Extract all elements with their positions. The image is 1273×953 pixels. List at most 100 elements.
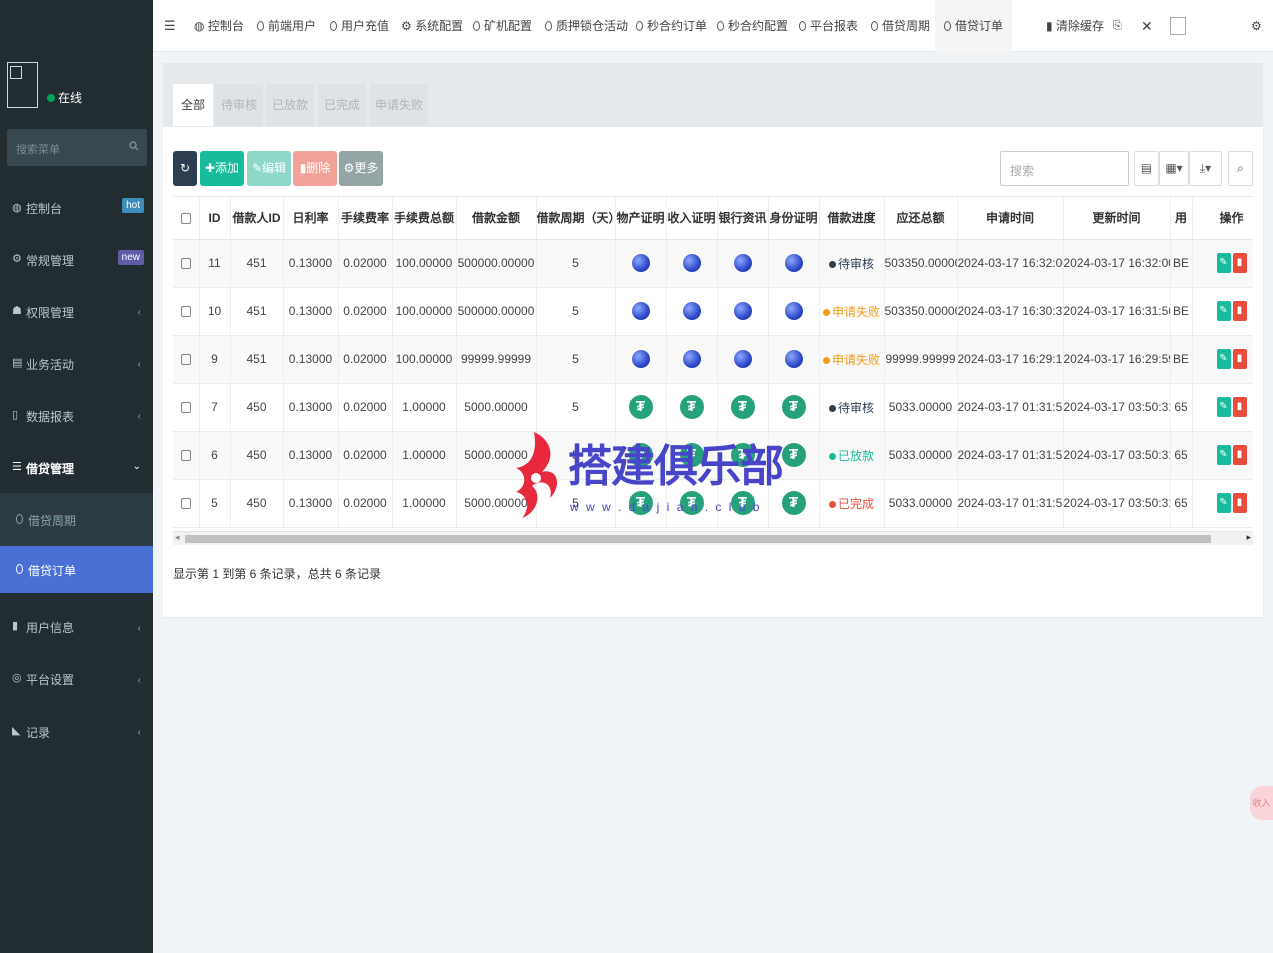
sidebar-item-records[interactable]: ◣ 记录 ‹ xyxy=(0,705,153,757)
col-id-proof[interactable]: 身份证明 xyxy=(768,197,820,240)
select-all-checkbox[interactable] xyxy=(173,197,200,240)
globe-image-icon[interactable] xyxy=(784,302,803,320)
delete-row-icon[interactable]: ▮ xyxy=(1232,253,1247,273)
edit-row-icon[interactable]: ✎ xyxy=(1216,301,1231,321)
refresh-button[interactable]: ↻ xyxy=(173,151,197,186)
globe-image-icon[interactable] xyxy=(733,350,752,368)
row-checkbox[interactable] xyxy=(173,479,200,528)
tether-image-icon[interactable]: ₮ xyxy=(730,395,755,419)
col-total-due[interactable]: 应还总额 xyxy=(884,197,958,240)
col-id[interactable]: ID xyxy=(199,197,231,240)
export-button[interactable]: ⤓▾ xyxy=(1189,151,1222,186)
search-button[interactable]: ⌕ xyxy=(1228,151,1253,186)
tab-pending[interactable]: 待审核 xyxy=(215,84,263,126)
globe-image-icon[interactable] xyxy=(733,254,752,272)
col-bank-info[interactable]: 银行资讯 xyxy=(717,197,769,240)
menu-search-input[interactable]: 搜索菜单 xyxy=(7,129,147,166)
sidebar-item-loan-management[interactable]: ☰ 借贷管理 ⌄ xyxy=(0,441,153,493)
delete-row-icon[interactable]: ▮ xyxy=(1232,301,1247,321)
table-row[interactable]: 10 451 0.13000 0.02000 100.00000 500000.00000… xyxy=(173,287,1253,336)
globe-image-icon[interactable] xyxy=(631,302,650,320)
tether-image-icon[interactable]: ₮ xyxy=(679,395,704,419)
translate-icon[interactable]: ⎘ xyxy=(1113,0,1122,52)
row-checkbox[interactable] xyxy=(173,431,200,480)
tab-miner-config[interactable]: 矿机配置 xyxy=(473,0,532,52)
col-fee-rate[interactable]: 手续费率 xyxy=(338,197,393,240)
fullscreen-icon[interactable]: ✕ xyxy=(1141,0,1153,52)
edit-row-icon[interactable]: ✎ xyxy=(1216,493,1231,513)
globe-image-icon[interactable] xyxy=(631,350,650,368)
sidebar-item-activities[interactable]: ▤ 业务活动 ‹ xyxy=(0,337,153,389)
sidebar-item-dashboard[interactable]: ◍ 控制台 hot xyxy=(0,181,153,233)
col-update-time[interactable]: 更新时间 xyxy=(1063,197,1171,240)
tab-contract-config[interactable]: 秒合约配置 xyxy=(717,0,788,52)
tab-frontend-users[interactable]: 前端用户 xyxy=(257,0,316,52)
col-income-proof[interactable]: 收入证明 xyxy=(666,197,718,240)
floating-side-tab[interactable]: 收入 xyxy=(1250,786,1273,820)
table-search-input[interactable]: 搜索 xyxy=(1000,151,1129,186)
sidebar-item-reports[interactable]: ▯ 数据报表 ‹ xyxy=(0,389,153,441)
sidebar-toggle-icon[interactable]: ☰ xyxy=(164,0,176,52)
globe-image-icon[interactable] xyxy=(682,254,701,272)
horizontal-scrollbar[interactable]: ◂ ▸ xyxy=(173,531,1253,545)
table-row[interactable]: 7 450 0.13000 0.02000 1.00000 5000.00000 5 ₮ ₮ ₮ ₮… xyxy=(173,383,1253,432)
col-amount[interactable]: 借款金额 xyxy=(456,197,537,240)
col-property-proof[interactable]: 物产证明 xyxy=(615,197,667,240)
globe-image-icon[interactable] xyxy=(784,350,803,368)
edit-row-icon[interactable]: ✎ xyxy=(1216,397,1231,417)
sidebar-item-general[interactable]: ⚙ 常规管理 new xyxy=(0,233,153,285)
tab-platform-report[interactable]: 平台报表 xyxy=(799,0,858,52)
tab-all[interactable]: 全部 xyxy=(173,84,213,126)
tab-loan-period[interactable]: 借贷周期 xyxy=(871,0,930,52)
sidebar-item-platform-settings[interactable]: ◎ 平台设置 ‹ xyxy=(0,653,153,705)
tab-system-config[interactable]: ⚙ 系统配置 xyxy=(401,0,463,52)
clear-cache-button[interactable]: ▮ 清除缓存 xyxy=(1046,0,1104,52)
row-checkbox[interactable] xyxy=(173,287,200,336)
row-checkbox[interactable] xyxy=(173,383,200,432)
add-button[interactable]: ✚添加 xyxy=(200,151,244,186)
toggle-view-button[interactable]: ▤ xyxy=(1134,151,1159,186)
table-row[interactable]: 11 451 0.13000 0.02000 100.00000 500000.00000… xyxy=(173,239,1253,288)
col-fee-total[interactable]: 手续费总额 xyxy=(392,197,457,240)
delete-row-icon[interactable]: ▮ xyxy=(1232,397,1247,417)
tab-dashboard[interactable]: ◍ 控制台 xyxy=(194,0,244,52)
globe-image-icon[interactable] xyxy=(682,350,701,368)
delete-button[interactable]: ▮删除 xyxy=(293,151,337,186)
col-daily-rate[interactable]: 日利率 xyxy=(283,197,339,240)
tab-disbursed[interactable]: 已放款 xyxy=(266,84,314,126)
more-button[interactable]: ⚙更多 xyxy=(339,151,383,186)
tab-contract-orders[interactable]: 秒合约订单 xyxy=(636,0,707,52)
sidebar-item-permissions[interactable]: ☗ 权限管理 ‹ xyxy=(0,285,153,337)
columns-button[interactable]: ▦▾ xyxy=(1159,151,1189,186)
row-checkbox[interactable] xyxy=(173,239,200,288)
scrollbar-thumb[interactable] xyxy=(185,535,1211,543)
globe-image-icon[interactable] xyxy=(733,302,752,320)
tab-staking-activity[interactable]: 质押锁仓活动 xyxy=(545,0,628,52)
tether-image-icon[interactable]: ₮ xyxy=(628,395,653,419)
delete-row-icon[interactable]: ▮ xyxy=(1232,349,1247,369)
delete-row-icon[interactable]: ▮ xyxy=(1232,445,1247,465)
row-checkbox[interactable] xyxy=(173,335,200,384)
col-user[interactable]: 用 xyxy=(1170,197,1193,240)
tab-completed[interactable]: 已完成 xyxy=(318,84,366,126)
col-borrower-id[interactable]: 借款人ID xyxy=(230,197,284,240)
scroll-left-icon[interactable]: ◂ xyxy=(175,532,180,543)
tab-loan-orders[interactable]: 借贷订单 xyxy=(935,0,1013,52)
tab-failed[interactable]: 申请失败 xyxy=(370,84,428,126)
col-period[interactable]: 借款周期（天） xyxy=(536,197,616,240)
globe-image-icon[interactable] xyxy=(631,254,650,272)
edit-row-icon[interactable]: ✎ xyxy=(1216,349,1231,369)
col-progress[interactable]: 借款进度 xyxy=(819,197,885,240)
globe-image-icon[interactable] xyxy=(784,254,803,272)
delete-row-icon[interactable]: ▮ xyxy=(1232,493,1247,513)
search-icon[interactable] xyxy=(129,141,139,151)
edit-row-icon[interactable]: ✎ xyxy=(1216,253,1231,273)
col-apply-time[interactable]: 申请时间 xyxy=(957,197,1064,240)
sidebar-item-loan-period[interactable]: 借贷周期 xyxy=(0,493,153,546)
user-avatar-icon[interactable] xyxy=(1170,17,1186,35)
sidebar-item-user-info[interactable]: ▮ 用户信息 ‹ xyxy=(0,601,153,653)
tether-image-icon[interactable]: ₮ xyxy=(781,395,806,419)
settings-gear-icon[interactable]: ⚙ xyxy=(1251,0,1262,52)
edit-button[interactable]: ✎编辑 xyxy=(247,151,291,186)
table-row[interactable]: 9 451 0.13000 0.02000 100.00000 99999.99999 5 申… xyxy=(173,335,1253,384)
